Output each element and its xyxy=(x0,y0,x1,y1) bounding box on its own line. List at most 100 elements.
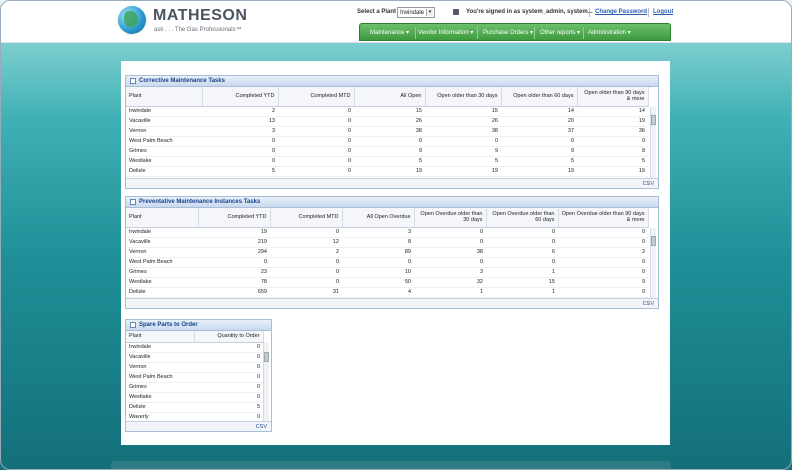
column-header[interactable]: Open older than 60 days xyxy=(501,87,578,107)
table-row[interactable]: Irwindale 0 xyxy=(126,342,263,353)
scrollbar-thumb[interactable] xyxy=(651,115,656,125)
csv-export-button[interactable]: CSV xyxy=(643,301,654,307)
value-cell: 0 xyxy=(414,227,486,238)
vertical-scrollbar[interactable] xyxy=(650,228,656,299)
table-row[interactable]: West Palm Beach 0 xyxy=(126,372,263,383)
table-row[interactable]: Vernon 0 xyxy=(126,362,263,373)
plant-cell: Irwindale xyxy=(126,342,194,353)
column-header[interactable]: Plant xyxy=(126,208,199,228)
column-header[interactable]: Completed MTD xyxy=(270,208,343,228)
table-row[interactable]: Westlake 0 xyxy=(126,392,263,403)
chevron-down-icon[interactable]: ▾ xyxy=(426,9,433,16)
value-cell: 13 xyxy=(202,116,278,127)
value-cell: 5 xyxy=(577,156,648,167)
column-header[interactable]: Completed MTD xyxy=(278,87,355,107)
plant-cell: Vernon xyxy=(126,126,202,137)
table-row[interactable]: Vernon 3 0 38 38 37 36 xyxy=(126,126,648,137)
column-header[interactable]: Open Overdue older than 60 days xyxy=(486,208,559,228)
table-row[interactable]: West Palm Beach 0 0 0 0 0 0 xyxy=(126,136,648,147)
nav-vendor-information[interactable]: Vendor Information ▾ xyxy=(418,29,473,36)
value-cell: 78 xyxy=(198,277,270,288)
value-cell: 659 xyxy=(198,287,270,298)
plant-cell: Delisle xyxy=(126,287,198,298)
table-row[interactable]: Irwindale 2 0 15 15 14 14 xyxy=(126,106,648,117)
value-cell: 5 xyxy=(354,156,425,167)
column-header[interactable]: Quantity to Order xyxy=(194,331,264,343)
plant-cell: West Palm Beach xyxy=(126,372,194,383)
table-row[interactable]: Vacaville 0 xyxy=(126,352,263,363)
table-row[interactable]: Westlake 78 0 50 32 15 9 xyxy=(126,277,648,288)
preventative-maintenance-panel: Preventative Maintenance Instances Tasks… xyxy=(125,196,659,309)
table-row[interactable]: West Palm Beach 0 0 0 0 0 0 xyxy=(126,257,648,268)
nav-administration[interactable]: Administration ▾ xyxy=(588,29,631,36)
value-cell: 5 xyxy=(202,166,278,177)
table-row[interactable]: Delisle 659 31 4 1 1 0 xyxy=(126,287,648,298)
collapse-toggle[interactable] xyxy=(130,78,136,84)
divider xyxy=(589,8,590,17)
brand-name: MATHESON xyxy=(153,7,248,24)
panel-footer: CSV xyxy=(126,421,271,431)
table-row[interactable]: Vacaville 13 0 26 26 20 19 xyxy=(126,116,648,127)
value-cell: 36 xyxy=(577,126,648,137)
column-header[interactable]: Open Overdue older than 90 days & more xyxy=(558,208,649,228)
value-cell: 0 xyxy=(558,227,648,238)
corrective-maintenance-panel: Corrective Maintenance Tasks Plant Compl… xyxy=(125,75,659,189)
value-cell: 19 xyxy=(501,166,577,177)
nav-other-reports[interactable]: Other reports ▾ xyxy=(540,29,580,36)
column-header[interactable]: Open Overdue older than 30 days xyxy=(414,208,487,228)
column-header[interactable]: All Open Overdue xyxy=(342,208,415,228)
plant-cell: West Palm Beach xyxy=(126,136,202,147)
divider xyxy=(583,27,584,39)
value-cell: 9 xyxy=(425,146,501,157)
value-cell: 38 xyxy=(425,126,501,137)
nav-maintenance[interactable]: Maintenance ▾ xyxy=(370,29,409,36)
table-row[interactable]: Irwindale 19 0 3 0 0 0 xyxy=(126,227,648,238)
value-cell: 0 xyxy=(278,116,354,127)
change-password-link[interactable]: Change Password xyxy=(595,9,647,15)
divider xyxy=(534,27,535,39)
scrollbar-thumb[interactable] xyxy=(264,352,269,362)
value-cell: 8 xyxy=(577,146,648,157)
column-header[interactable]: Plant xyxy=(126,87,203,107)
table-row[interactable]: Vacaville 219 12 8 0 0 0 xyxy=(126,237,648,248)
plant-select-value: Irwindale xyxy=(400,10,425,16)
top-header: MATHESON ask . . . The Gas Professionals… xyxy=(1,1,791,43)
vertical-scrollbar[interactable] xyxy=(263,343,269,422)
table-row[interactable]: Westlake 0 0 5 5 5 5 xyxy=(126,156,648,167)
collapse-toggle[interactable] xyxy=(130,322,136,328)
scrollbar-thumb[interactable] xyxy=(651,236,656,246)
value-cell: 5 xyxy=(425,156,501,167)
value-cell: 20 xyxy=(501,116,577,127)
plant-select[interactable]: Irwindale ▾ xyxy=(397,7,435,18)
nav-purchase-orders[interactable]: Purchase Orders ▾ xyxy=(483,29,533,36)
table-row[interactable]: Vernon 294 2 89 38 6 2 xyxy=(126,247,648,258)
column-header[interactable]: Completed YTD xyxy=(198,208,271,228)
column-header[interactable]: Completed YTD xyxy=(202,87,279,107)
value-cell: 0 xyxy=(194,362,263,373)
column-header[interactable]: Open older than 90 days & more xyxy=(577,87,649,107)
plant-cell: Grimes xyxy=(126,267,198,278)
vertical-scrollbar[interactable] xyxy=(650,107,656,179)
value-cell: 0 xyxy=(194,352,263,363)
value-cell: 38 xyxy=(354,126,425,137)
value-cell: 0 xyxy=(558,237,648,248)
csv-export-button[interactable]: CSV xyxy=(643,181,654,187)
value-cell: 14 xyxy=(577,106,648,117)
column-header[interactable]: Plant xyxy=(126,331,195,343)
globe-logo-icon xyxy=(117,5,147,35)
collapse-toggle[interactable] xyxy=(130,199,136,205)
value-cell: 32 xyxy=(414,277,486,288)
column-header[interactable]: Open older than 30 days xyxy=(425,87,502,107)
table-row[interactable]: Grimes 23 0 10 3 1 0 xyxy=(126,267,648,278)
table-row[interactable]: Delisle 5 0 19 19 19 19 xyxy=(126,166,648,177)
panel-title: Spare Parts to Order xyxy=(139,322,198,328)
table-row[interactable]: Grimes 0 xyxy=(126,382,263,393)
value-cell: 0 xyxy=(414,237,486,248)
table-row[interactable]: Delisle 5 xyxy=(126,402,263,413)
logout-link[interactable]: Logout xyxy=(653,9,673,15)
csv-export-button[interactable]: CSV xyxy=(256,424,267,430)
table-row[interactable]: Grimes 0 0 9 9 9 8 xyxy=(126,146,648,157)
value-cell: 50 xyxy=(342,277,414,288)
value-cell: 12 xyxy=(270,237,342,248)
column-header[interactable]: All Open xyxy=(354,87,426,107)
